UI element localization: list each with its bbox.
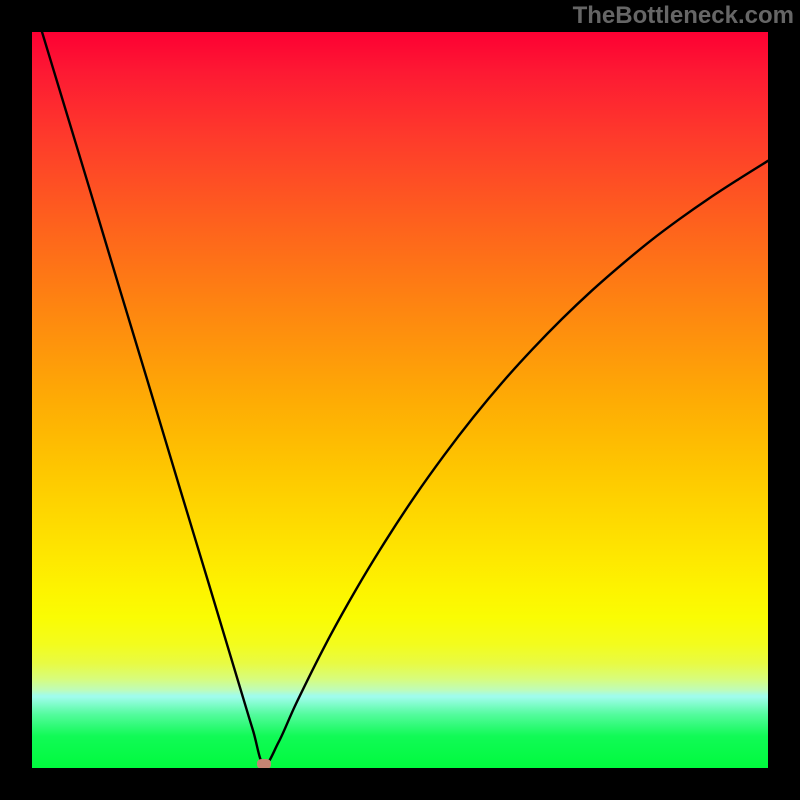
minimum-marker-icon — [257, 759, 271, 768]
bottleneck-curve — [32, 32, 768, 768]
watermark-text: TheBottleneck.com — [573, 2, 794, 30]
plot-area — [32, 32, 768, 768]
chart-frame: TheBottleneck.com — [0, 0, 800, 800]
